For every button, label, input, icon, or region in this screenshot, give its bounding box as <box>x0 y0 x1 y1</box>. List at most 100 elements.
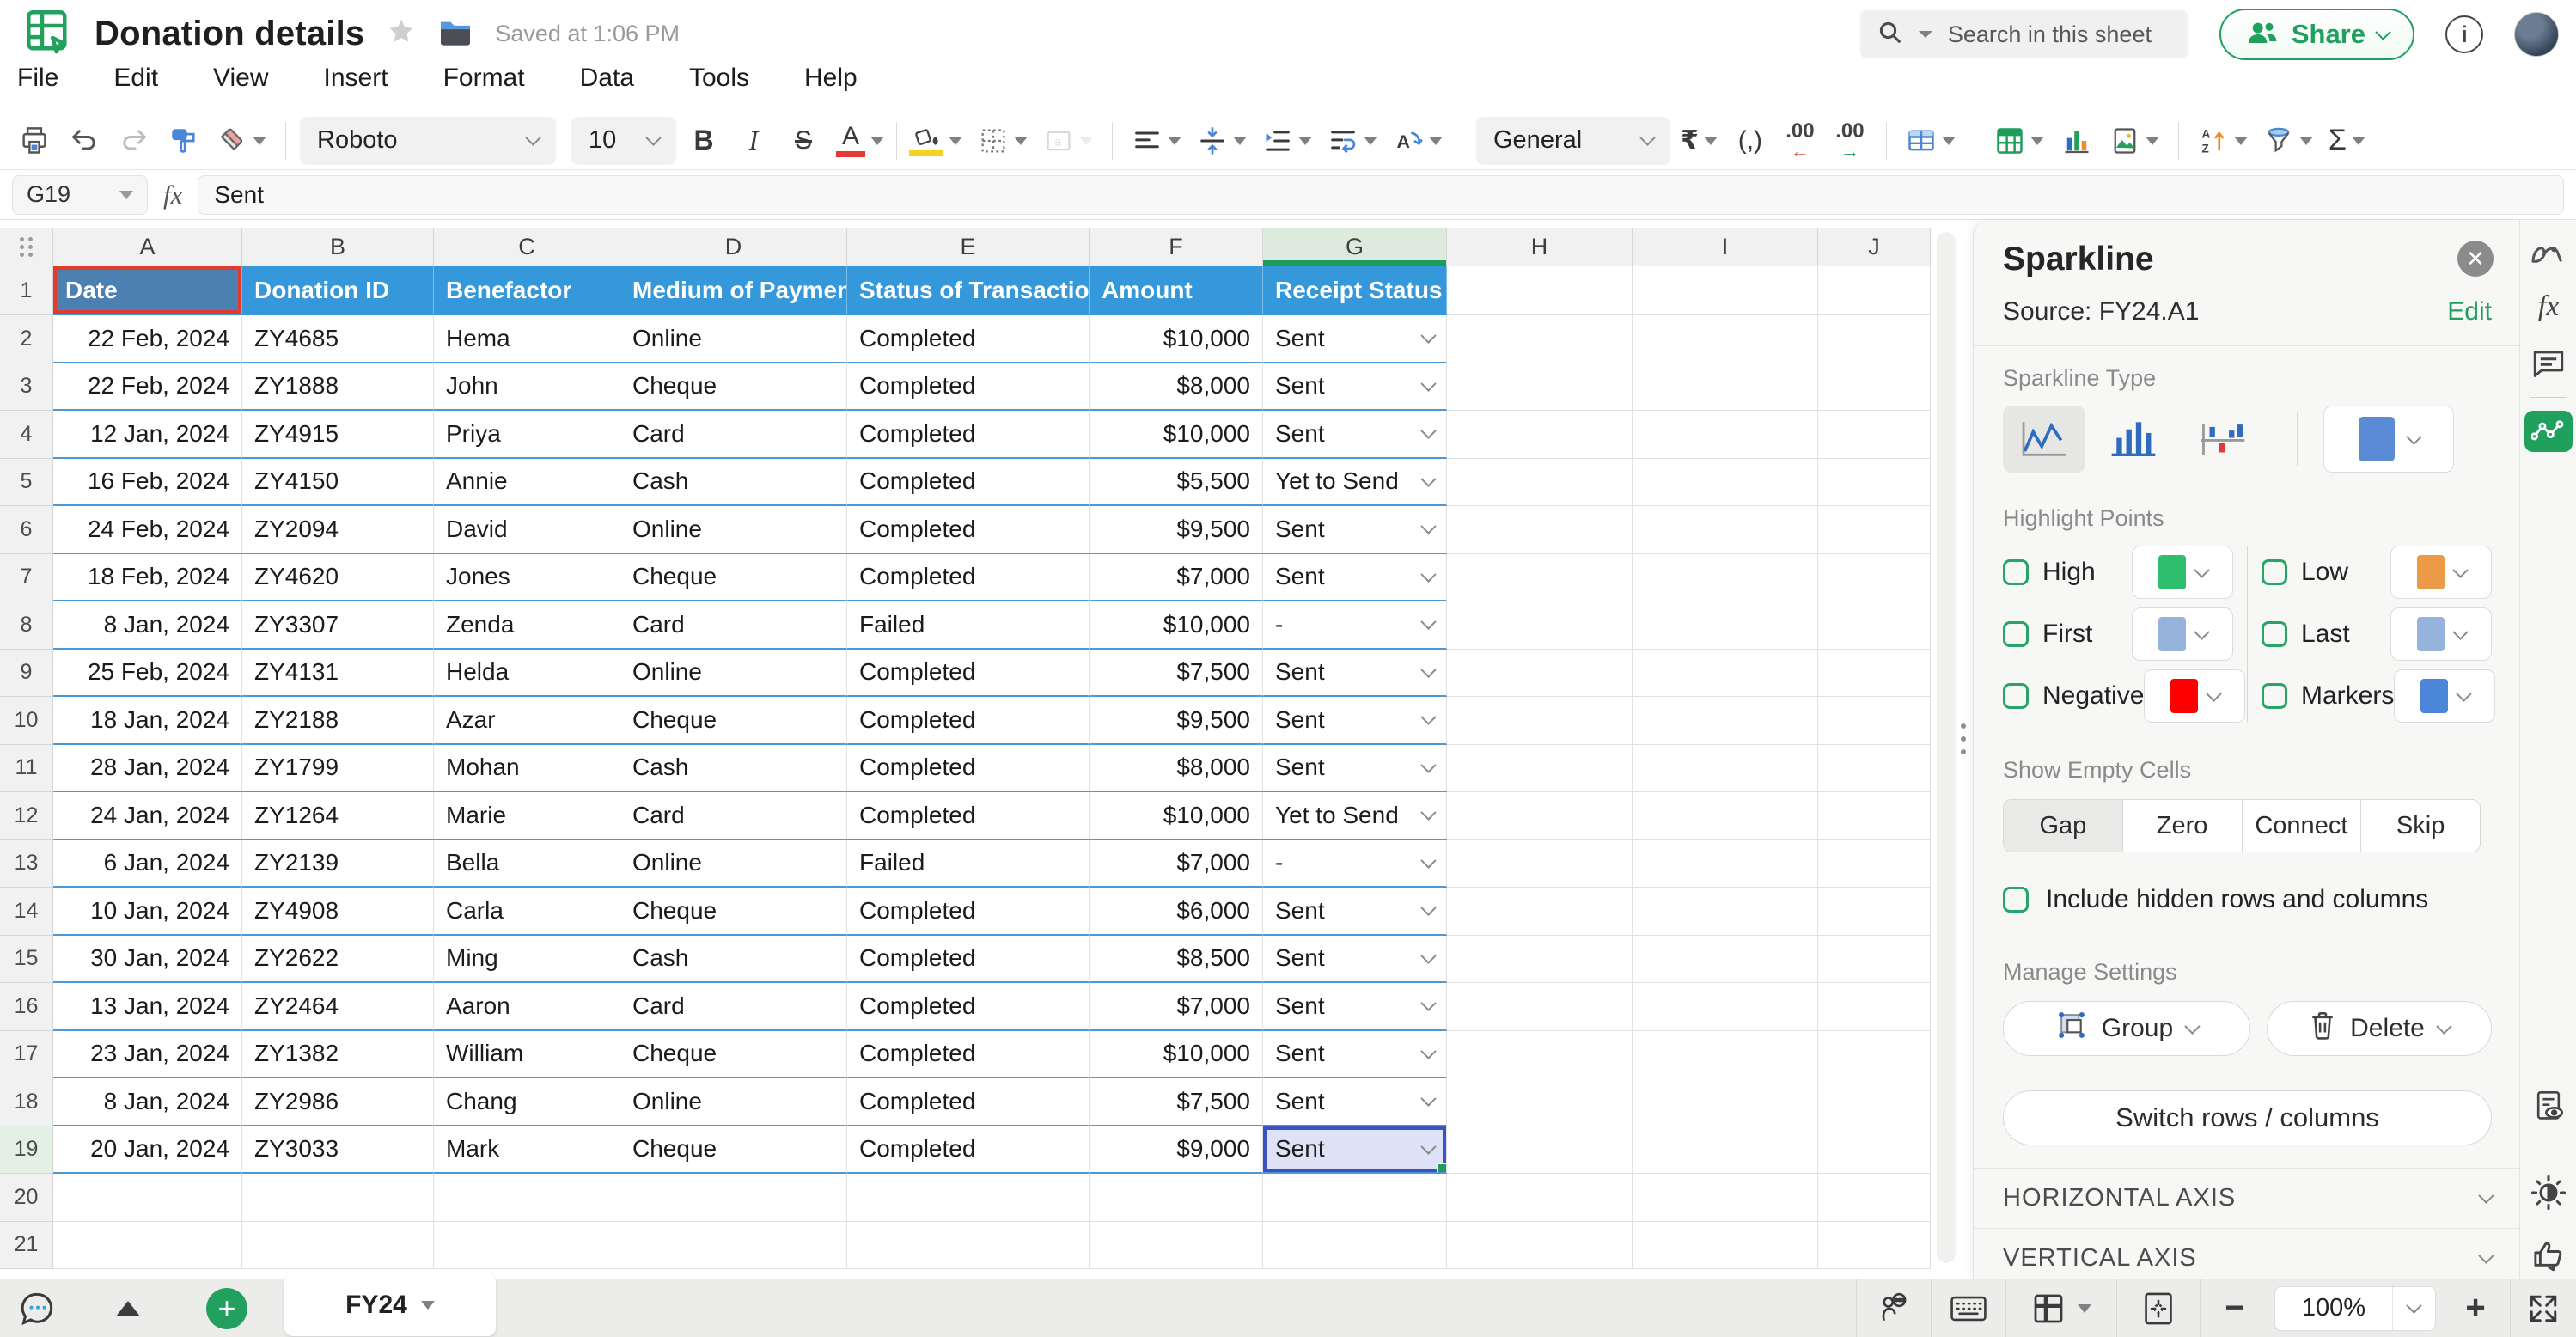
receipt-status-dropdown-icon[interactable] <box>1420 995 1437 1012</box>
cell-D15[interactable]: Cash <box>620 935 847 983</box>
column-sparkline-button[interactable] <box>2092 406 2175 473</box>
cell-H1[interactable] <box>1447 266 1633 315</box>
high-color-dropdown[interactable] <box>2132 546 2233 599</box>
cell-H19[interactable] <box>1447 1126 1633 1174</box>
cell-C17[interactable]: William <box>434 1030 620 1078</box>
column-header-B[interactable]: B <box>242 228 434 266</box>
cell-B11[interactable]: ZY1799 <box>242 744 434 792</box>
receipt-status-dropdown-icon[interactable] <box>1420 566 1437 583</box>
cell-D3[interactable]: Cheque <box>620 363 847 411</box>
comma-style-button[interactable]: (,) <box>1728 117 1773 165</box>
select-all-corner[interactable] <box>0 228 53 266</box>
receipt-status-dropdown-icon[interactable] <box>1420 1090 1437 1108</box>
first-checkbox[interactable] <box>2003 621 2029 647</box>
cell-J12[interactable] <box>1818 792 1931 840</box>
document-view-icon[interactable] <box>2520 1088 2576 1124</box>
cell-E15[interactable]: Completed <box>847 935 1090 983</box>
text-rotation-button[interactable]: A <box>1388 117 1448 165</box>
add-sheet-button[interactable]: + <box>180 1279 274 1337</box>
cell-J19[interactable] <box>1818 1126 1931 1174</box>
cell-I15[interactable] <box>1633 935 1818 983</box>
cell-A4[interactable]: 12 Jan, 2024 <box>53 411 242 459</box>
column-header-E[interactable]: E <box>847 228 1090 266</box>
cell-G10[interactable]: Sent <box>1263 697 1447 745</box>
cell-J9[interactable] <box>1818 649 1931 697</box>
cell-I5[interactable] <box>1633 458 1818 506</box>
zoom-in-button[interactable]: + <box>2441 1279 2510 1337</box>
cell-B19[interactable]: ZY3033 <box>242 1126 434 1174</box>
cell-D1[interactable]: Medium of Payment <box>620 266 847 315</box>
cell-A11[interactable]: 28 Jan, 2024 <box>53 744 242 792</box>
cell-A15[interactable]: 30 Jan, 2024 <box>53 935 242 983</box>
cell-J15[interactable] <box>1818 935 1931 983</box>
cell-J6[interactable] <box>1818 506 1931 554</box>
cell-J2[interactable] <box>1818 315 1931 363</box>
cell-B6[interactable]: ZY2094 <box>242 506 434 554</box>
receipt-status-dropdown-icon[interactable] <box>1420 804 1437 821</box>
cell-C19[interactable]: Mark <box>434 1126 620 1174</box>
cell-G20[interactable] <box>1263 1174 1447 1222</box>
conditional-format-button[interactable] <box>1901 117 1961 165</box>
cell-H14[interactable] <box>1447 888 1633 936</box>
comments-panel-icon[interactable] <box>2520 347 2576 380</box>
cell-H15[interactable] <box>1447 935 1633 983</box>
cell-F11[interactable]: $8,000 <box>1090 744 1263 792</box>
cell-E17[interactable]: Completed <box>847 1030 1090 1078</box>
cell-J11[interactable] <box>1818 744 1931 792</box>
row-header-19[interactable]: 19 <box>0 1126 53 1174</box>
cell-C14[interactable]: Carla <box>434 888 620 936</box>
cell-E14[interactable]: Completed <box>847 888 1090 936</box>
cell-H18[interactable] <box>1447 1078 1633 1126</box>
cell-F10[interactable]: $9,500 <box>1090 697 1263 745</box>
cell-D13[interactable]: Online <box>620 839 847 888</box>
cell-A16[interactable]: 13 Jan, 2024 <box>53 983 242 1031</box>
cell-J7[interactable] <box>1818 553 1931 601</box>
cell-B20[interactable] <box>242 1174 434 1222</box>
cell-F13[interactable]: $7,000 <box>1090 839 1263 888</box>
vertical-scrollbar[interactable] <box>1937 232 1956 1263</box>
cell-C21[interactable] <box>434 1221 620 1269</box>
switch-rows-columns-button[interactable]: Switch rows / columns <box>2003 1090 2492 1145</box>
row-header-6[interactable]: 6 <box>0 506 53 554</box>
cell-B5[interactable]: ZY4150 <box>242 458 434 506</box>
cell-G16[interactable]: Sent <box>1263 983 1447 1031</box>
sheet-tab-fy24[interactable]: FY24 <box>274 1273 506 1337</box>
cell-F15[interactable]: $8,500 <box>1090 935 1263 983</box>
zoom-out-button[interactable]: − <box>2201 1279 2269 1337</box>
menu-tools[interactable]: Tools <box>689 64 749 93</box>
cell-H3[interactable] <box>1447 363 1633 411</box>
info-button[interactable]: i <box>2445 15 2483 53</box>
cell-I18[interactable] <box>1633 1078 1818 1126</box>
freeze-panes-button[interactable] <box>2006 1279 2116 1337</box>
close-panel-button[interactable]: ✕ <box>2457 241 2494 277</box>
cell-B3[interactable]: ZY1888 <box>242 363 434 411</box>
cell-D20[interactable] <box>620 1174 847 1222</box>
receipt-status-dropdown-icon[interactable] <box>1420 1043 1437 1059</box>
decrease-decimal-button[interactable]: .00 ← <box>1778 117 1822 165</box>
favorite-star-icon[interactable] <box>387 17 416 51</box>
cell-I12[interactable] <box>1633 792 1818 840</box>
cell-I9[interactable] <box>1633 649 1818 697</box>
cell-B2[interactable]: ZY4685 <box>242 315 434 363</box>
cell-E11[interactable]: Completed <box>847 744 1090 792</box>
cell-B17[interactable]: ZY1382 <box>242 1030 434 1078</box>
receipt-status-dropdown-icon[interactable] <box>1420 948 1437 964</box>
row-header-16[interactable]: 16 <box>0 983 53 1031</box>
cell-I19[interactable] <box>1633 1126 1818 1174</box>
cell-A6[interactable]: 24 Feb, 2024 <box>53 506 242 554</box>
menu-edit[interactable]: Edit <box>113 64 158 93</box>
last-checkbox[interactable] <box>2262 621 2287 647</box>
row-header-15[interactable]: 15 <box>0 935 53 983</box>
row-header-13[interactable]: 13 <box>0 839 53 888</box>
cell-G17[interactable]: Sent <box>1263 1030 1447 1078</box>
keyboard-shortcuts-button[interactable] <box>1932 1279 2005 1337</box>
cell-G6[interactable]: Sent <box>1263 506 1447 554</box>
cell-D14[interactable]: Cheque <box>620 888 847 936</box>
chat-button[interactable] <box>0 1279 76 1337</box>
cell-C20[interactable] <box>434 1174 620 1222</box>
cell-I20[interactable] <box>1633 1174 1818 1222</box>
cell-I3[interactable] <box>1633 363 1818 411</box>
cell-E7[interactable]: Completed <box>847 553 1090 601</box>
cell-I2[interactable] <box>1633 315 1818 363</box>
cell-G13[interactable]: - <box>1263 839 1447 888</box>
